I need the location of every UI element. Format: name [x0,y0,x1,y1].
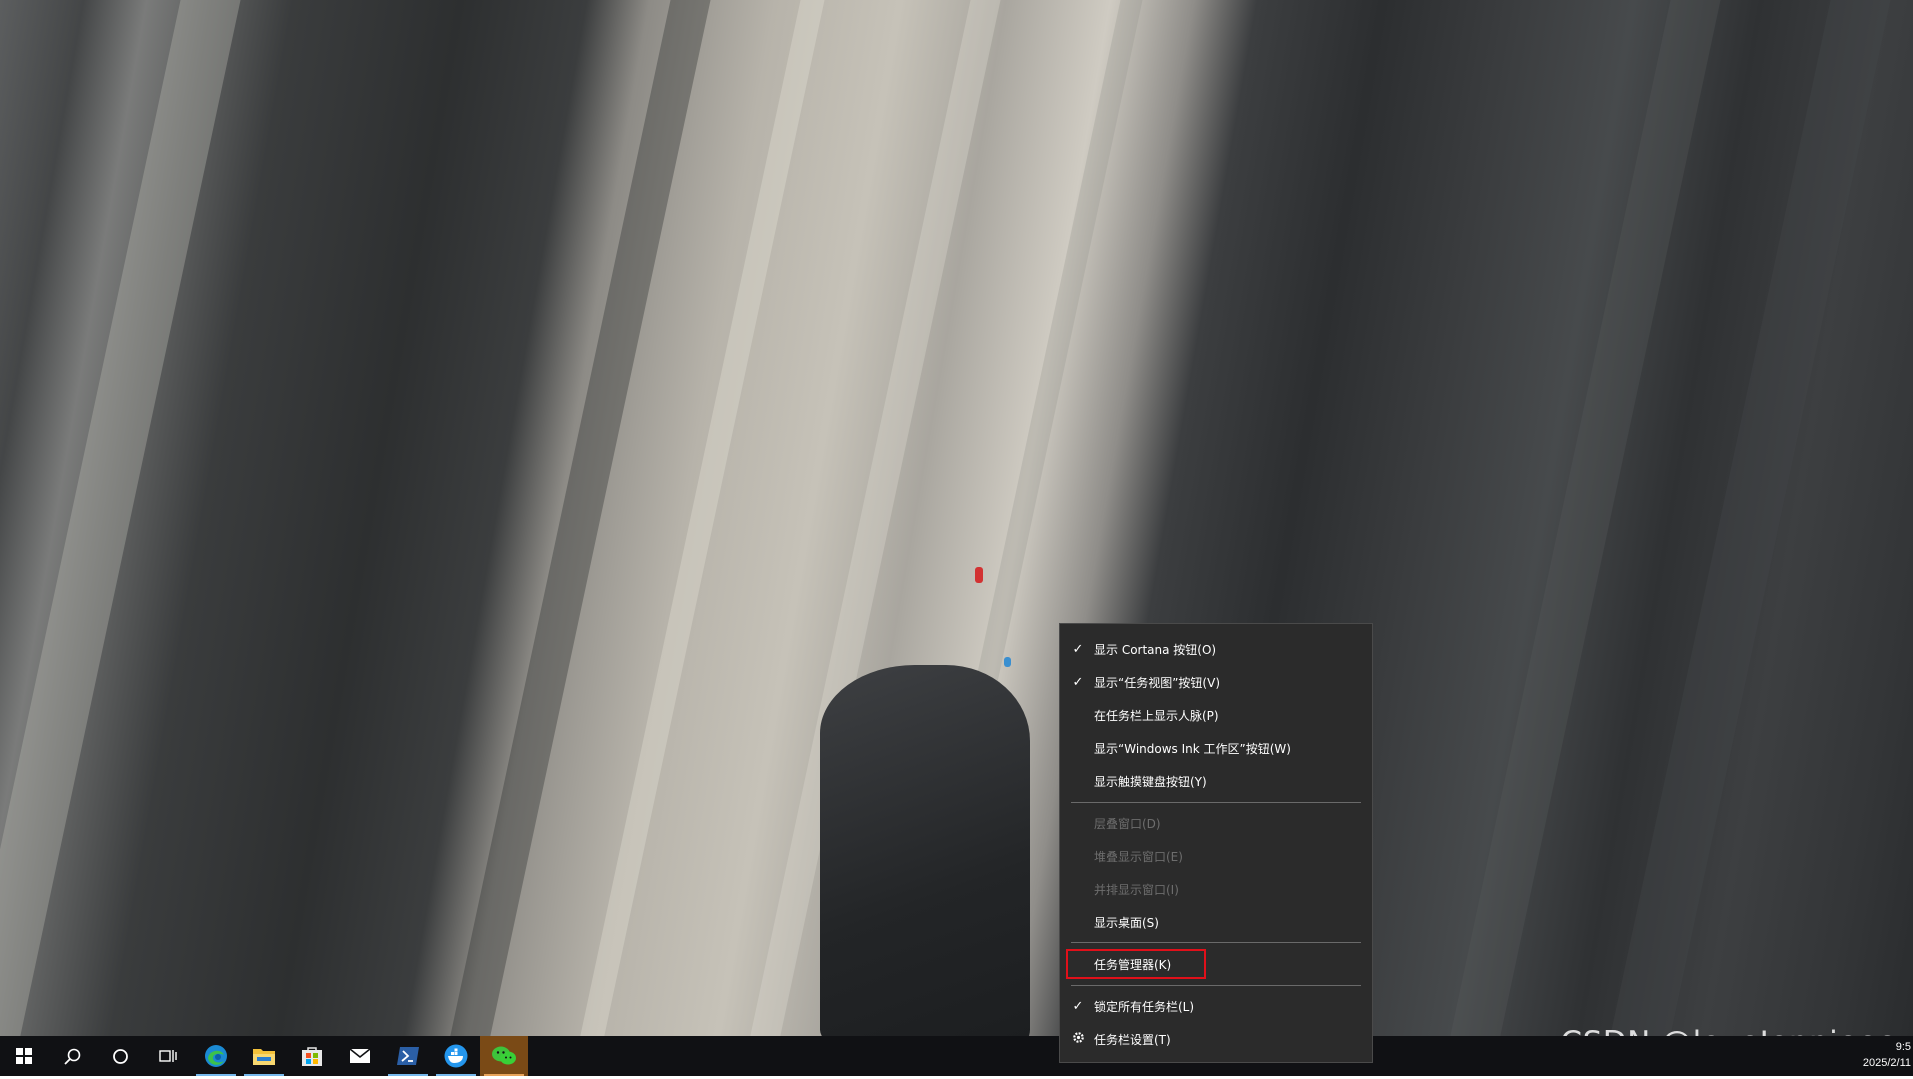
rock-streak [440,0,720,1036]
menu-item-label: 任务栏设置(T) [1094,1032,1171,1047]
menu-item-show-people[interactable]: 在任务栏上显示人脉(P) [1060,699,1372,731]
menu-item-label: 显示“任务视图”按钮(V) [1094,675,1221,690]
system-clock[interactable]: 9:5 2025/2/11 [1863,1036,1911,1079]
menu-separator [1071,942,1361,943]
menu-item-label: 层叠窗口(D) [1094,816,1161,831]
windows-start-icon[interactable] [0,1036,48,1076]
menu-separator [1071,985,1361,986]
menu-item-label: 显示触摸键盘按钮(Y) [1094,774,1207,789]
menu-item-lock-taskbars[interactable]: ✓ 锁定所有任务栏(L) [1060,990,1372,1022]
rock-streak [0,0,250,1036]
microsoft-store-icon[interactable] [288,1036,336,1076]
docker-icon[interactable] [432,1036,480,1076]
clock-date: 2025/2/11 [1862,1057,1911,1069]
menu-item-label: 并排显示窗口(I) [1094,882,1179,897]
wechat-icon[interactable] [480,1036,528,1076]
desktop-wallpaper [0,0,1913,1036]
checkmark-icon: ✓ [1072,998,1084,1014]
menu-item-show-desktop[interactable]: 显示桌面(S) [1060,906,1372,938]
menu-item-show-cortana-button[interactable]: ✓ 显示 Cortana 按钮(O) [1060,633,1372,665]
menu-item-label: 显示“Windows Ink 工作区”按钮(W) [1094,741,1291,756]
menu-item-cascade-windows: 层叠窗口(D) [1060,807,1372,839]
menu-item-side-by-side-windows: 并排显示窗口(I) [1060,873,1372,905]
menu-item-task-manager[interactable]: 任务管理器(K) [1060,948,1372,980]
menu-item-label: 任务管理器(K) [1094,957,1172,972]
gear-icon [1070,1031,1086,1048]
cortana-icon[interactable] [96,1036,144,1076]
menu-item-label: 在任务栏上显示人脉(P) [1094,708,1219,723]
menu-item-label: 堆叠显示窗口(E) [1094,849,1183,864]
mail-icon[interactable] [336,1036,384,1076]
file-explorer-icon[interactable] [240,1036,288,1076]
taskbar-context-menu: ✓ 显示 Cortana 按钮(O) ✓ 显示“任务视图”按钮(V) 在任务栏上… [1059,623,1373,1063]
menu-item-label: 锁定所有任务栏(L) [1094,999,1195,1014]
menu-item-taskbar-settings[interactable]: 任务栏设置(T) [1060,1023,1372,1055]
menu-item-label: 显示桌面(S) [1094,915,1159,930]
menu-item-show-task-view-button[interactable]: ✓ 显示“任务视图”按钮(V) [1060,666,1372,698]
menu-separator [1071,802,1361,803]
edge-icon[interactable] [192,1036,240,1076]
clock-time: 9:5 [1895,1041,1911,1053]
checkmark-icon: ✓ [1072,674,1084,690]
checkmark-icon: ✓ [1072,641,1084,657]
menu-item-label: 显示 Cortana 按钮(O) [1094,642,1217,657]
powershell-icon[interactable] [384,1036,432,1076]
menu-item-stack-windows: 堆叠显示窗口(E) [1060,840,1372,872]
climber-blue [1004,657,1011,667]
menu-item-show-touch-keyboard[interactable]: 显示触摸键盘按钮(Y) [1060,765,1372,797]
taskbar [0,1036,1913,1076]
climber-red [975,567,983,583]
menu-item-show-windows-ink[interactable]: 显示“Windows Ink 工作区”按钮(W) [1060,732,1372,764]
search-icon[interactable] [48,1036,96,1076]
task-view-icon[interactable] [144,1036,192,1076]
dark-boulder [820,665,1030,1036]
